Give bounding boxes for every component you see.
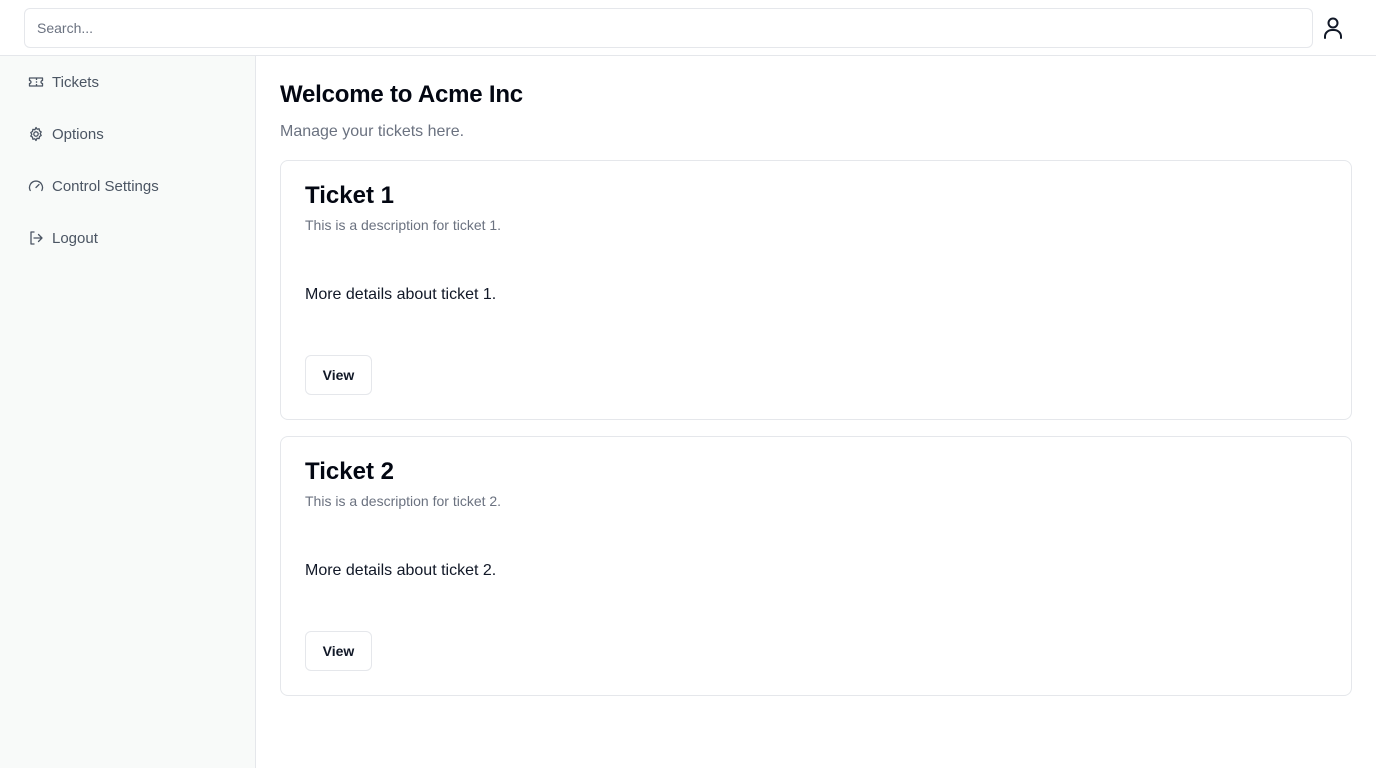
ticket-title: Ticket 1 <box>305 182 394 209</box>
ticket-description: This is a description for ticket 2. <box>305 493 502 509</box>
search-input[interactable] <box>24 8 1313 48</box>
user-profile-button[interactable] <box>1317 12 1349 44</box>
sidebar: Tickets Options Control Settings Logout <box>0 56 256 768</box>
page-title: Welcome to Acme Inc <box>280 81 523 108</box>
page-subtitle: Manage your tickets here. <box>280 123 465 140</box>
main-content: Welcome to Acme Inc Manage your tickets … <box>256 56 1376 768</box>
logout-icon <box>28 230 44 246</box>
ticket-card: Ticket 2 This is a description for ticke… <box>280 436 1352 696</box>
sidebar-item-logout[interactable]: Logout <box>24 224 232 252</box>
user-icon <box>1324 17 1342 39</box>
sidebar-item-label: Options <box>52 125 104 143</box>
view-ticket-button[interactable]: View <box>305 631 372 671</box>
sidebar-item-control-settings[interactable]: Control Settings <box>24 172 232 200</box>
top-bar <box>0 0 1376 56</box>
ticket-icon <box>28 74 44 90</box>
sidebar-item-label: Control Settings <box>52 177 159 195</box>
ticket-details: More details about ticket 1. <box>305 286 497 303</box>
ticket-description: This is a description for ticket 1. <box>305 217 502 233</box>
gauge-icon <box>28 178 44 194</box>
sidebar-item-options[interactable]: Options <box>24 120 232 148</box>
sidebar-item-label: Logout <box>52 229 98 247</box>
view-ticket-button[interactable]: View <box>305 355 372 395</box>
ticket-details: More details about ticket 2. <box>305 562 497 579</box>
gear-icon <box>28 126 44 142</box>
sidebar-item-tickets[interactable]: Tickets <box>24 68 232 96</box>
ticket-title: Ticket 2 <box>305 458 394 485</box>
ticket-card: Ticket 1 This is a description for ticke… <box>280 160 1352 420</box>
sidebar-item-label: Tickets <box>52 73 99 91</box>
